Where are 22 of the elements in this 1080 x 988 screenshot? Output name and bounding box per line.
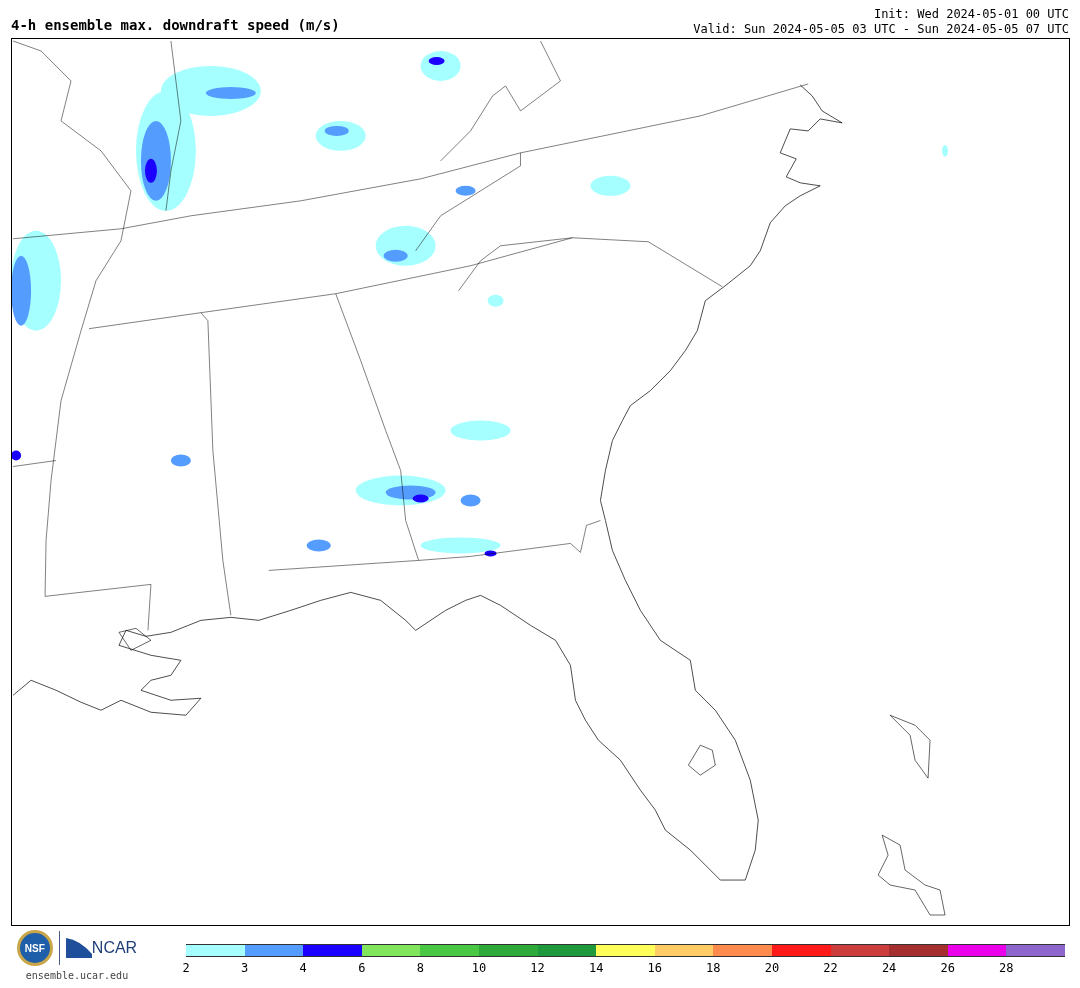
legend-tick-label: 24 (881, 962, 897, 974)
legend-tick-label: 14 (588, 962, 604, 974)
website-url: ensemble.ucar.edu (25, 969, 129, 983)
legend-tick-label: 3 (241, 962, 249, 974)
legend-tick-label: 6 (358, 962, 366, 974)
legend-tick-label: 18 (706, 962, 721, 974)
legend-tick-label: 8 (416, 962, 424, 974)
legend-tick-label: 10 (471, 962, 487, 974)
legend-tick-label: 2 (182, 962, 190, 974)
ncar-logo: NCAR (91, 938, 138, 958)
chart-title: 4-h ensemble max. downdraft speed (m/s) (11, 18, 340, 32)
legend-tick-label: 22 (823, 962, 838, 974)
ncar-swoosh-icon (65, 938, 92, 958)
legend-tick-label: 28 (999, 962, 1014, 974)
legend-tick-label: 20 (764, 962, 780, 974)
valid-time: Valid: Sun 2024-05-05 03 UTC - Sun 2024-05-05 07 UTC (693, 22, 1069, 37)
legend-tick-label: 4 (299, 962, 307, 974)
legend-tick-label: 16 (647, 962, 662, 974)
legend-tick-label: 12 (530, 962, 545, 974)
legend-tick-label: 26 (940, 962, 955, 974)
init-time: Init: Wed 2024-05-01 00 UTC (873, 7, 1069, 22)
nsf-logo: NSF (16, 930, 53, 966)
